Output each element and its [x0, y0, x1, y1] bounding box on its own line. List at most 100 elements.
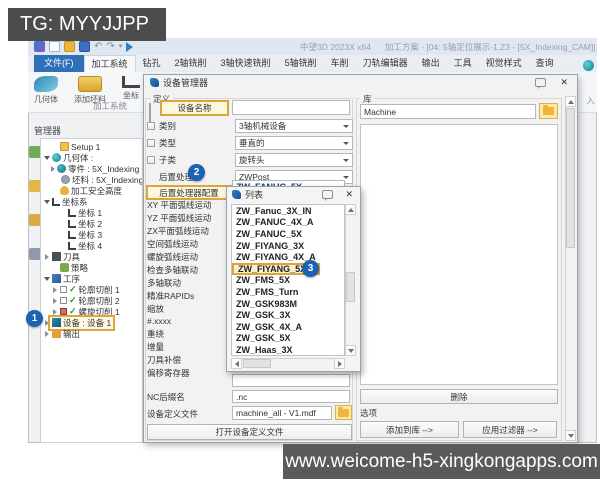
ribbon-tab[interactable]: 视觉样式: [479, 55, 529, 72]
ribbon-tab[interactable]: 3轴快速铣削: [214, 55, 278, 72]
list-item[interactable]: ZW_FMS_5X: [232, 275, 344, 287]
help-bubble-icon[interactable]: [322, 190, 333, 199]
tree-node-icon: [52, 252, 61, 261]
offset-register-input[interactable]: [232, 374, 350, 387]
nc-suffix-input[interactable]: .nc: [232, 390, 350, 403]
apply-filter-button[interactable]: 应用过滤器 -->: [463, 421, 557, 438]
tree-row[interactable]: 坯料 : 5X_Indexing_坯料: [41, 174, 142, 185]
help-bubble-icon[interactable]: [535, 78, 546, 87]
tree-expander-icon[interactable]: [43, 254, 50, 260]
tree-checkbox[interactable]: [60, 297, 67, 304]
tree-row[interactable]: 坐标 2: [41, 218, 142, 229]
row-checkbox[interactable]: [147, 122, 155, 130]
tree-row[interactable]: 刀具: [41, 251, 142, 262]
tree-row[interactable]: 轮廓切削 2: [41, 295, 142, 306]
tree-row[interactable]: 策略: [41, 262, 142, 273]
ribbon-tab[interactable]: 刀轨编辑器: [356, 55, 415, 72]
define-row: 类别 3轴机械设备: [147, 119, 353, 133]
row-dropdown[interactable]: 3轴机械设备: [235, 119, 353, 133]
tree-row[interactable]: Setup 1: [41, 141, 142, 152]
scroll-down-icon[interactable]: [345, 345, 356, 356]
scroll-down-icon[interactable]: [565, 430, 576, 441]
tree-expander-icon[interactable]: [43, 277, 50, 281]
tree-expander-icon[interactable]: [43, 331, 50, 337]
list-item[interactable]: ZW_FIYANG_3X: [232, 240, 344, 252]
tree-checkbox[interactable]: [60, 308, 67, 315]
scrollbar-thumb[interactable]: [566, 108, 575, 248]
def-file-browse-button[interactable]: [335, 405, 352, 420]
tree-expander-icon[interactable]: [43, 320, 50, 326]
tree-row[interactable]: 几何体 :: [41, 152, 142, 163]
edge-tool-icon[interactable]: [583, 60, 594, 71]
redo-icon[interactable]: ↷: [106, 41, 114, 52]
dialog-titlebar[interactable]: 设备管理器 ✕: [143, 74, 578, 91]
new-file-icon[interactable]: [49, 41, 60, 52]
tree-expander-icon[interactable]: [51, 298, 58, 304]
row-dropdown[interactable]: 旋转头: [235, 153, 353, 167]
popup-titlebar[interactable]: 列表 ✕: [226, 187, 359, 202]
list-item[interactable]: ZW_FANUC_5X: [232, 228, 344, 240]
list-item[interactable]: ZW_GSK_3X: [232, 309, 344, 321]
tree-row[interactable]: 加工安全高度: [41, 185, 142, 196]
delete-button[interactable]: 删除: [360, 389, 558, 404]
def-file-input[interactable]: machine_all - V1.mdf: [232, 406, 332, 420]
tree-checkbox[interactable]: [60, 286, 67, 293]
tree-node-icon: [52, 153, 61, 162]
ribbon-tab[interactable]: 加工系统: [84, 55, 136, 72]
device-name-button[interactable]: 设备名称: [160, 100, 229, 116]
tree-row[interactable]: 坐标系: [41, 196, 142, 207]
row-dropdown[interactable]: 垂直的: [235, 136, 353, 150]
ribbon-tab[interactable]: 工具: [447, 55, 479, 72]
library-path-input[interactable]: Machine: [360, 104, 536, 119]
list-item[interactable]: ZW_Fanuc_3X_IN: [232, 205, 344, 217]
tree-row[interactable]: 工序: [41, 273, 142, 284]
close-icon[interactable]: ✕: [345, 190, 353, 199]
tree-row[interactable]: 坐标 1: [41, 207, 142, 218]
tree-row[interactable]: 设备 : 设备 1: [41, 317, 142, 328]
row-checkbox[interactable]: [147, 156, 155, 164]
tree-row[interactable]: 输出: [41, 328, 142, 339]
list-item[interactable]: ZW_Haas_3X: [232, 344, 344, 356]
ribbon-tab[interactable]: 查询: [529, 55, 561, 72]
scroll-up-icon[interactable]: [345, 204, 356, 215]
tree-expander-icon[interactable]: [43, 200, 50, 204]
scrollbar-thumb[interactable]: [346, 272, 355, 302]
tree-expander-icon[interactable]: [51, 309, 58, 315]
tree-row[interactable]: 坐标 4: [41, 240, 142, 251]
play-icon[interactable]: [126, 42, 133, 52]
tree-expander-icon[interactable]: [43, 156, 50, 160]
scroll-up-icon[interactable]: [565, 96, 576, 107]
customize-toolbar-icon[interactable]: ▾: [119, 41, 123, 52]
postprocessor-config-button[interactable]: 后置处理器配置: [146, 185, 232, 200]
tree-expander-icon[interactable]: [51, 287, 58, 293]
undo-icon[interactable]: ↶: [94, 41, 102, 52]
tree-row[interactable]: 零件 : 5X_Indexing (1): [41, 163, 142, 174]
device-name-input[interactable]: [232, 100, 350, 115]
tree-row[interactable]: 螺旋切削 1: [41, 306, 142, 317]
tree-row[interactable]: 坐标 3: [41, 229, 142, 240]
library-list[interactable]: [360, 124, 558, 385]
list-item[interactable]: ZW_FIYANG_4X_A: [232, 251, 344, 263]
file-menu-button[interactable]: 文件(F): [34, 55, 84, 72]
list-item[interactable]: ZW_FMS_Turn: [232, 286, 344, 298]
scroll-right-icon[interactable]: [334, 358, 345, 369]
row-checkbox[interactable]: [147, 139, 155, 147]
open-folder-icon[interactable]: [64, 41, 75, 52]
tree-row[interactable]: 轮廓切削 1: [41, 284, 142, 295]
ribbon-tab[interactable]: 5轴铣削: [278, 55, 324, 72]
list-item[interactable]: ZW_GSK_5X: [232, 333, 344, 345]
scrollbar-thumb[interactable]: [243, 359, 271, 368]
list-item[interactable]: ZW_FANUC_4X_A: [232, 217, 344, 229]
ribbon-tab[interactable]: 车削: [324, 55, 356, 72]
ribbon-tab[interactable]: 2轴铣削: [168, 55, 214, 72]
close-icon[interactable]: ✕: [560, 78, 568, 87]
add-to-library-button[interactable]: 添加到库 -->: [360, 421, 459, 438]
list-item[interactable]: ZW_GSK983M: [232, 298, 344, 310]
ribbon-tab[interactable]: 钻孔: [136, 55, 168, 72]
scroll-left-icon[interactable]: [231, 358, 242, 369]
ribbon-tab[interactable]: 输出: [415, 55, 447, 72]
library-browse-button[interactable]: [539, 103, 558, 119]
save-icon[interactable]: [79, 41, 90, 52]
open-def-file-button[interactable]: 打开设备定义文件: [147, 424, 352, 440]
list-item[interactable]: ZW_GSK_4X_A: [232, 321, 344, 333]
